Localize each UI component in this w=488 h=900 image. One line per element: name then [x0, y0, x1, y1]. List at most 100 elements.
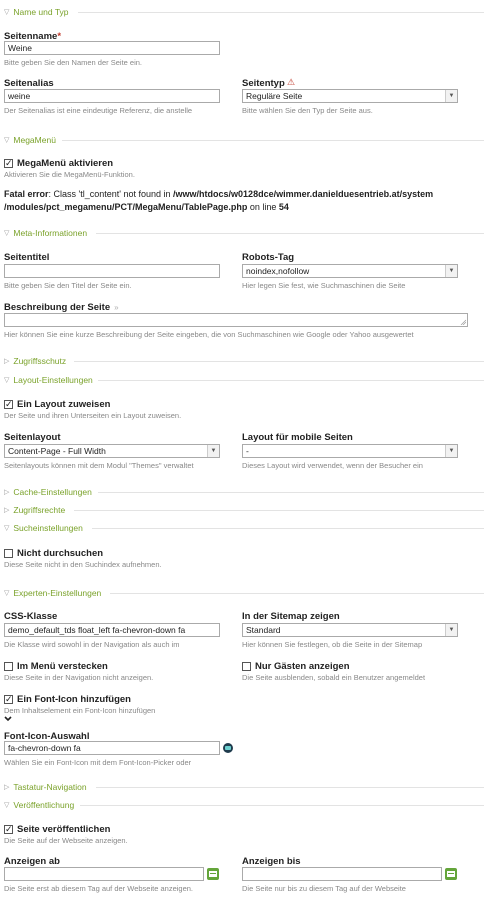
legend-divider — [98, 492, 484, 493]
seitenname-help: Bitte geben Sie den Namen der Seite ein. — [4, 58, 143, 67]
megamenu-checkbox[interactable]: ✓ — [4, 159, 13, 168]
legend-tastatur[interactable]: ▷ Tastatur-Navigation — [4, 781, 87, 793]
layout-mobile-select[interactable]: - ▼ — [242, 444, 458, 458]
seitenalias-input[interactable]: weine — [4, 89, 220, 103]
expand-right-icon: ▷ — [4, 784, 10, 791]
im-menu-verstecken-label: Im Menü verstecken — [17, 661, 108, 672]
legend-divider — [74, 361, 484, 362]
legend-divider — [96, 787, 484, 788]
collapse-down-icon: ▽ — [4, 802, 10, 809]
fatal-error-message: Fatal error: Class 'tl_content' not foun… — [4, 189, 434, 212]
sitemap-label: In der Sitemap zeigen — [242, 611, 340, 622]
sitemap-help: Hier können Sie festlegen, ob die Seite … — [242, 640, 423, 649]
robots-value: noindex,nofollow — [246, 266, 310, 276]
collapse-down-icon: ▽ — [4, 525, 10, 532]
layout-mobile-help: Dieses Layout wird verwendet, wenn der B… — [242, 461, 423, 470]
calendar-icon[interactable] — [207, 868, 219, 880]
chevron-down-icon — [4, 716, 12, 722]
seitenlayout-value: Content-Page - Full Width — [8, 446, 106, 456]
expand-right-icon: ▷ — [4, 358, 10, 365]
anzeigen-bis-label: Anzeigen bis — [242, 856, 301, 867]
warning-icon: ⚠ — [287, 77, 296, 87]
legend-suche[interactable]: ▽ Sucheinstellungen — [4, 522, 83, 534]
layout-zuweisen-checkbox[interactable]: ✓ — [4, 400, 13, 409]
chevron-down-icon: ▼ — [445, 445, 457, 457]
seite-veroeffentlichen-label: Seite veröffentlichen — [17, 824, 111, 835]
robots-label: Robots-Tag — [242, 252, 295, 263]
sitemap-select[interactable]: Standard ▼ — [242, 623, 458, 637]
legend-zugriffsrechte[interactable]: ▷ Zugriffsrechte — [4, 504, 65, 516]
legend-divider — [110, 593, 484, 594]
calendar-icon[interactable] — [445, 868, 457, 880]
beschreibung-textarea[interactable] — [4, 313, 468, 327]
seitentitel-input[interactable] — [4, 264, 220, 278]
robots-help: Hier legen Sie fest, wie Suchmaschinen d… — [242, 281, 406, 290]
css-klasse-label: CSS-Klasse — [4, 611, 58, 622]
legend-veroeffentlichung[interactable]: ▽ Veröffentlichung — [4, 799, 74, 811]
icon-picker-button[interactable] — [223, 743, 233, 753]
seitentyp-select[interactable]: Reguläre Seite ▼ — [242, 89, 458, 103]
legend-megamenu[interactable]: ▽ MegaMenü — [4, 134, 56, 146]
layout-zuweisen-help: Der Seite und ihren Unterseiten ein Layo… — [4, 411, 182, 420]
nicht-durchsuchen-checkbox[interactable] — [4, 549, 13, 558]
legend-layout[interactable]: ▽ Layout-Einstellungen — [4, 374, 93, 386]
seitentyp-label: Seitentyp — [242, 78, 285, 89]
seitenalias-help: Der Seitenalias ist eine eindeutige Refe… — [4, 106, 193, 115]
font-icon-checkbox[interactable]: ✓ — [4, 695, 13, 704]
sitemap-value: Standard — [246, 625, 281, 635]
seitentitel-label: Seitentitel — [4, 252, 50, 263]
legend-experten[interactable]: ▽ Experten-Einstellungen — [4, 587, 101, 599]
collapse-down-icon: ▽ — [4, 590, 10, 597]
collapse-down-icon: ▽ — [4, 9, 10, 16]
anzeigen-ab-input[interactable] — [4, 867, 204, 881]
anzeigen-bis-help: Die Seite nur bis zu diesem Tag auf der … — [242, 884, 406, 893]
chevron-down-icon: ▼ — [445, 90, 457, 102]
nur-gaesten-label: Nur Gästen anzeigen — [255, 661, 350, 672]
resize-grip-icon[interactable] — [460, 319, 466, 325]
css-klasse-help: Die Klasse wird sowohl in der Navigation… — [4, 640, 180, 649]
seitenlayout-select[interactable]: Content-Page - Full Width ▼ — [4, 444, 220, 458]
layout-mobile-value: - — [246, 446, 249, 456]
legend-name-typ[interactable]: ▽ Name und Typ — [4, 6, 69, 18]
font-icon-label: Ein Font-Icon hinzufügen — [17, 694, 131, 705]
chevron-down-icon: ▼ — [207, 445, 219, 457]
collapse-down-icon: ▽ — [4, 377, 10, 384]
im-menu-verstecken-checkbox[interactable] — [4, 662, 13, 671]
legend-divider — [80, 805, 484, 806]
legend-divider — [98, 380, 484, 381]
legend-divider — [92, 528, 484, 529]
font-icon-auswahl-help: Wählen Sie ein Font-Icon mit dem Font-Ic… — [4, 758, 192, 767]
anzeigen-bis-input[interactable] — [242, 867, 442, 881]
help-wizard-icon[interactable]: » — [114, 303, 118, 312]
seitentitel-help: Bitte geben Sie den Titel der Seite ein. — [4, 281, 132, 290]
seite-veroeffentlichen-checkbox[interactable]: ✓ — [4, 825, 13, 834]
seitentyp-value: Reguläre Seite — [246, 91, 303, 101]
legend-divider — [62, 140, 484, 141]
expand-right-icon: ▷ — [4, 489, 10, 496]
chevron-down-icon: ▼ — [445, 265, 457, 277]
css-klasse-input[interactable]: demo_default_tds float_left fa-chevron-d… — [4, 623, 220, 637]
im-menu-verstecken-help: Diese Seite in der Navigation nicht anze… — [4, 673, 154, 682]
legend-divider — [96, 233, 484, 234]
nur-gaesten-checkbox[interactable] — [242, 662, 251, 671]
legend-divider — [78, 12, 484, 13]
legend-zugriffsschutz[interactable]: ▷ Zugriffsschutz — [4, 355, 66, 367]
seitenlayout-help: Seitenlayouts können mit dem Modul "Them… — [4, 461, 194, 470]
collapse-down-icon: ▽ — [4, 230, 10, 237]
robots-select[interactable]: noindex,nofollow ▼ — [242, 264, 458, 278]
legend-divider — [74, 510, 484, 511]
beschreibung-help: Hier können Sie eine kurze Beschreibung … — [4, 330, 414, 339]
megamenu-help: Aktivieren Sie die MegaMenü-Funktion. — [4, 170, 135, 179]
layout-zuweisen-label: Ein Layout zuweisen — [17, 399, 111, 410]
legend-meta[interactable]: ▽ Meta-Informationen — [4, 227, 87, 239]
chevron-down-icon: ▼ — [445, 624, 457, 636]
seitenalias-label: Seitenalias — [4, 78, 54, 89]
font-icon-help: Dem Inhaltselement ein Font-Icon hinzufü… — [4, 706, 156, 715]
megamenu-label: MegaMenü aktivieren — [17, 158, 114, 169]
font-icon-auswahl-input[interactable]: fa-chevron-down fa — [4, 741, 220, 755]
seite-veroeffentlichen-help: Die Seite auf der Webseite anzeigen. — [4, 836, 128, 845]
anzeigen-ab-label: Anzeigen ab — [4, 856, 60, 867]
legend-cache[interactable]: ▷ Cache-Einstellungen — [4, 486, 92, 498]
seitenname-input[interactable]: Weine — [4, 41, 220, 55]
seitenlayout-label: Seitenlayout — [4, 432, 61, 443]
